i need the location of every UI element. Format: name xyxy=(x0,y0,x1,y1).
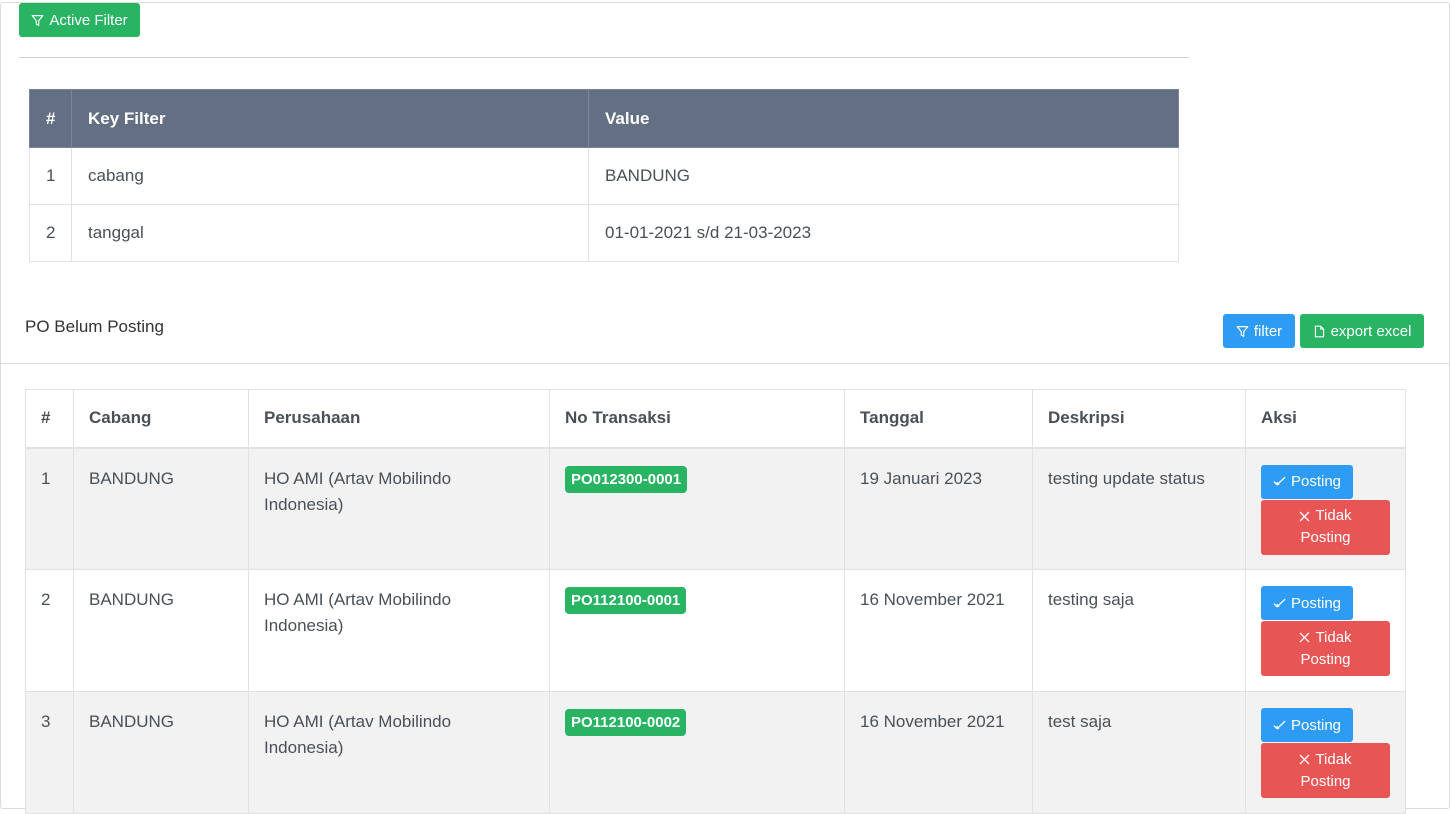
row-number: 2 xyxy=(29,204,72,262)
perusahaan-cell: HO AMI (Artav Mobilindo Indonesia) xyxy=(248,569,550,692)
divider xyxy=(0,363,1450,364)
row-number: 1 xyxy=(25,447,74,570)
deskripsi-cell: test saja xyxy=(1032,691,1246,814)
no-transaksi-cell: PO012300-0001 xyxy=(549,447,845,570)
tidak-posting-button[interactable]: Tidak Posting xyxy=(1261,621,1390,676)
section-title: PO Belum Posting xyxy=(25,317,164,336)
column-header: Deskripsi xyxy=(1032,389,1246,449)
check-icon xyxy=(1273,720,1286,729)
posting-button[interactable]: Posting xyxy=(1261,708,1353,742)
transaction-badge: PO112100-0001 xyxy=(565,587,687,614)
cabang-cell: BANDUNG xyxy=(73,447,249,570)
deskripsi-cell: testing saja xyxy=(1032,569,1246,692)
tidak-posting-label: Posting xyxy=(1300,650,1351,668)
transaction-badge: PO012300-0001 xyxy=(565,465,688,493)
aksi-cell: Posting Tidak Posting xyxy=(1245,569,1406,692)
table-row: 2 tanggal 01-01-2021 s/d 21-03-2023 xyxy=(29,204,1179,262)
aksi-cell: Posting Tidak Posting xyxy=(1245,447,1406,570)
no-transaksi-cell: PO112100-0001 xyxy=(549,569,845,692)
column-header: Aksi xyxy=(1245,389,1406,449)
export-excel-button[interactable]: export excel xyxy=(1300,314,1424,348)
filter-key: tanggal xyxy=(71,204,589,262)
active-filter-label: Active Filter xyxy=(49,11,128,29)
export-button-label: export excel xyxy=(1330,322,1412,340)
tanggal-cell: 16 November 2021 xyxy=(844,569,1033,692)
perusahaan-cell: HO AMI (Artav Mobilindo Indonesia) xyxy=(248,691,550,814)
filter-button[interactable]: filter xyxy=(1223,314,1295,348)
active-filter-button[interactable]: Active Filter xyxy=(19,3,140,37)
active-filter-table: # Key Filter Value 1 cabang BANDUNG 2 ta… xyxy=(29,89,1179,262)
tidak-posting-button[interactable]: Tidak Posting xyxy=(1261,743,1390,798)
tanggal-cell: 16 November 2021 xyxy=(844,691,1033,814)
row-number: 1 xyxy=(29,147,72,205)
posting-label: Posting xyxy=(1290,716,1342,734)
no-transaksi-cell: PO112100-0002 xyxy=(549,691,845,814)
divider xyxy=(19,57,1189,58)
filter-value: 01-01-2021 s/d 21-03-2023 xyxy=(588,204,1179,262)
perusahaan-cell: HO AMI (Artav Mobilindo Indonesia) xyxy=(248,447,550,570)
tidak-label: Tidak xyxy=(1315,628,1352,646)
posting-button[interactable]: Posting xyxy=(1261,464,1353,499)
tidak-line: Tidak xyxy=(1299,627,1352,649)
tidak-label: Tidak xyxy=(1315,507,1352,524)
table-row: 3 BANDUNG HO AMI (Artav Mobilindo Indone… xyxy=(25,691,1406,814)
file-icon xyxy=(1314,325,1324,337)
row-number: 2 xyxy=(25,569,74,692)
cabang-cell: BANDUNG xyxy=(73,569,249,692)
tidak-line: Tidak xyxy=(1299,749,1352,771)
column-header: Perusahaan xyxy=(248,389,550,449)
column-header: No Transaksi xyxy=(549,389,845,449)
tidak-line: Tidak xyxy=(1299,505,1352,527)
posting-button[interactable]: Posting xyxy=(1261,586,1353,620)
tidak-posting-label: Posting xyxy=(1300,772,1351,790)
row-number: 3 xyxy=(25,691,74,814)
filter-table-header: # Key Filter Value xyxy=(29,89,1179,148)
column-header: # xyxy=(29,89,72,148)
column-header: Cabang xyxy=(73,389,249,449)
column-header: Key Filter xyxy=(71,89,589,148)
column-header: # xyxy=(25,389,74,449)
tanggal-cell: 19 Januari 2023 xyxy=(844,447,1033,570)
filter-icon xyxy=(31,14,44,26)
tidak-label: Tidak xyxy=(1315,750,1352,768)
tidak-posting-label: Posting xyxy=(1300,529,1351,546)
table-row: 1 BANDUNG HO AMI (Artav Mobilindo Indone… xyxy=(25,447,1406,570)
deskripsi-cell: testing update status xyxy=(1032,447,1246,570)
filter-icon xyxy=(1236,325,1249,337)
column-header: Value xyxy=(588,89,1179,148)
close-icon xyxy=(1300,511,1310,521)
close-icon xyxy=(1300,754,1310,765)
close-icon xyxy=(1300,632,1310,643)
cabang-cell: BANDUNG xyxy=(73,691,249,814)
table-row: 2 BANDUNG HO AMI (Artav Mobilindo Indone… xyxy=(25,569,1406,692)
filter-value: BANDUNG xyxy=(588,147,1179,205)
transaction-badge: PO112100-0002 xyxy=(565,709,687,736)
filter-key: cabang xyxy=(71,147,589,205)
table-row: 1 cabang BANDUNG xyxy=(29,147,1179,205)
posting-label: Posting xyxy=(1290,594,1342,612)
check-icon xyxy=(1273,476,1286,486)
posting-label: Posting xyxy=(1290,473,1342,490)
check-icon xyxy=(1273,598,1286,607)
po-table-header: # Cabang Perusahaan No Transaksi Tanggal… xyxy=(25,389,1406,449)
tidak-posting-button[interactable]: Tidak Posting xyxy=(1261,499,1390,555)
po-table: # Cabang Perusahaan No Transaksi Tanggal… xyxy=(25,389,1406,814)
column-header: Tanggal xyxy=(844,389,1033,449)
filter-button-label: filter xyxy=(1253,322,1283,340)
aksi-cell: Posting Tidak Posting xyxy=(1245,691,1406,814)
